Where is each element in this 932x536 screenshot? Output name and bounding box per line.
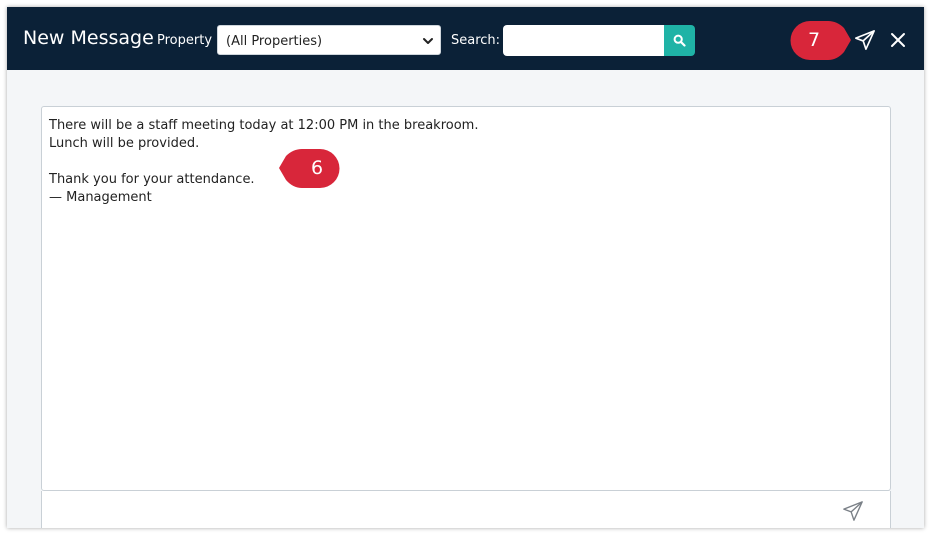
search-input[interactable] [503, 25, 665, 56]
chevron-down-icon [423, 38, 433, 44]
new-message-dialog: New Message Property (All Properties) Se… [7, 7, 924, 528]
close-icon[interactable] [889, 31, 907, 49]
message-footer [41, 491, 891, 528]
search-label: Search: [451, 33, 501, 48]
property-select-value: (All Properties) [226, 34, 323, 49]
callout-number: 6 [311, 157, 324, 179]
property-label: Property [157, 33, 213, 48]
search-icon [673, 34, 686, 47]
callout-badge-message: 6 [279, 148, 340, 189]
send-icon[interactable] [854, 29, 876, 51]
property-select[interactable]: (All Properties) [217, 25, 441, 55]
callout-number: 7 [808, 29, 821, 51]
message-body-text: There will be a staff meeting today at 1… [49, 118, 479, 205]
dialog-title: New Message [23, 27, 154, 49]
search-button[interactable] [664, 25, 695, 56]
send-icon[interactable] [842, 500, 864, 522]
dialog-header: New Message Property (All Properties) Se… [7, 7, 924, 70]
callout-badge-send: 7 [790, 20, 851, 61]
message-body-textarea[interactable]: There will be a staff meeting today at 1… [41, 106, 891, 491]
